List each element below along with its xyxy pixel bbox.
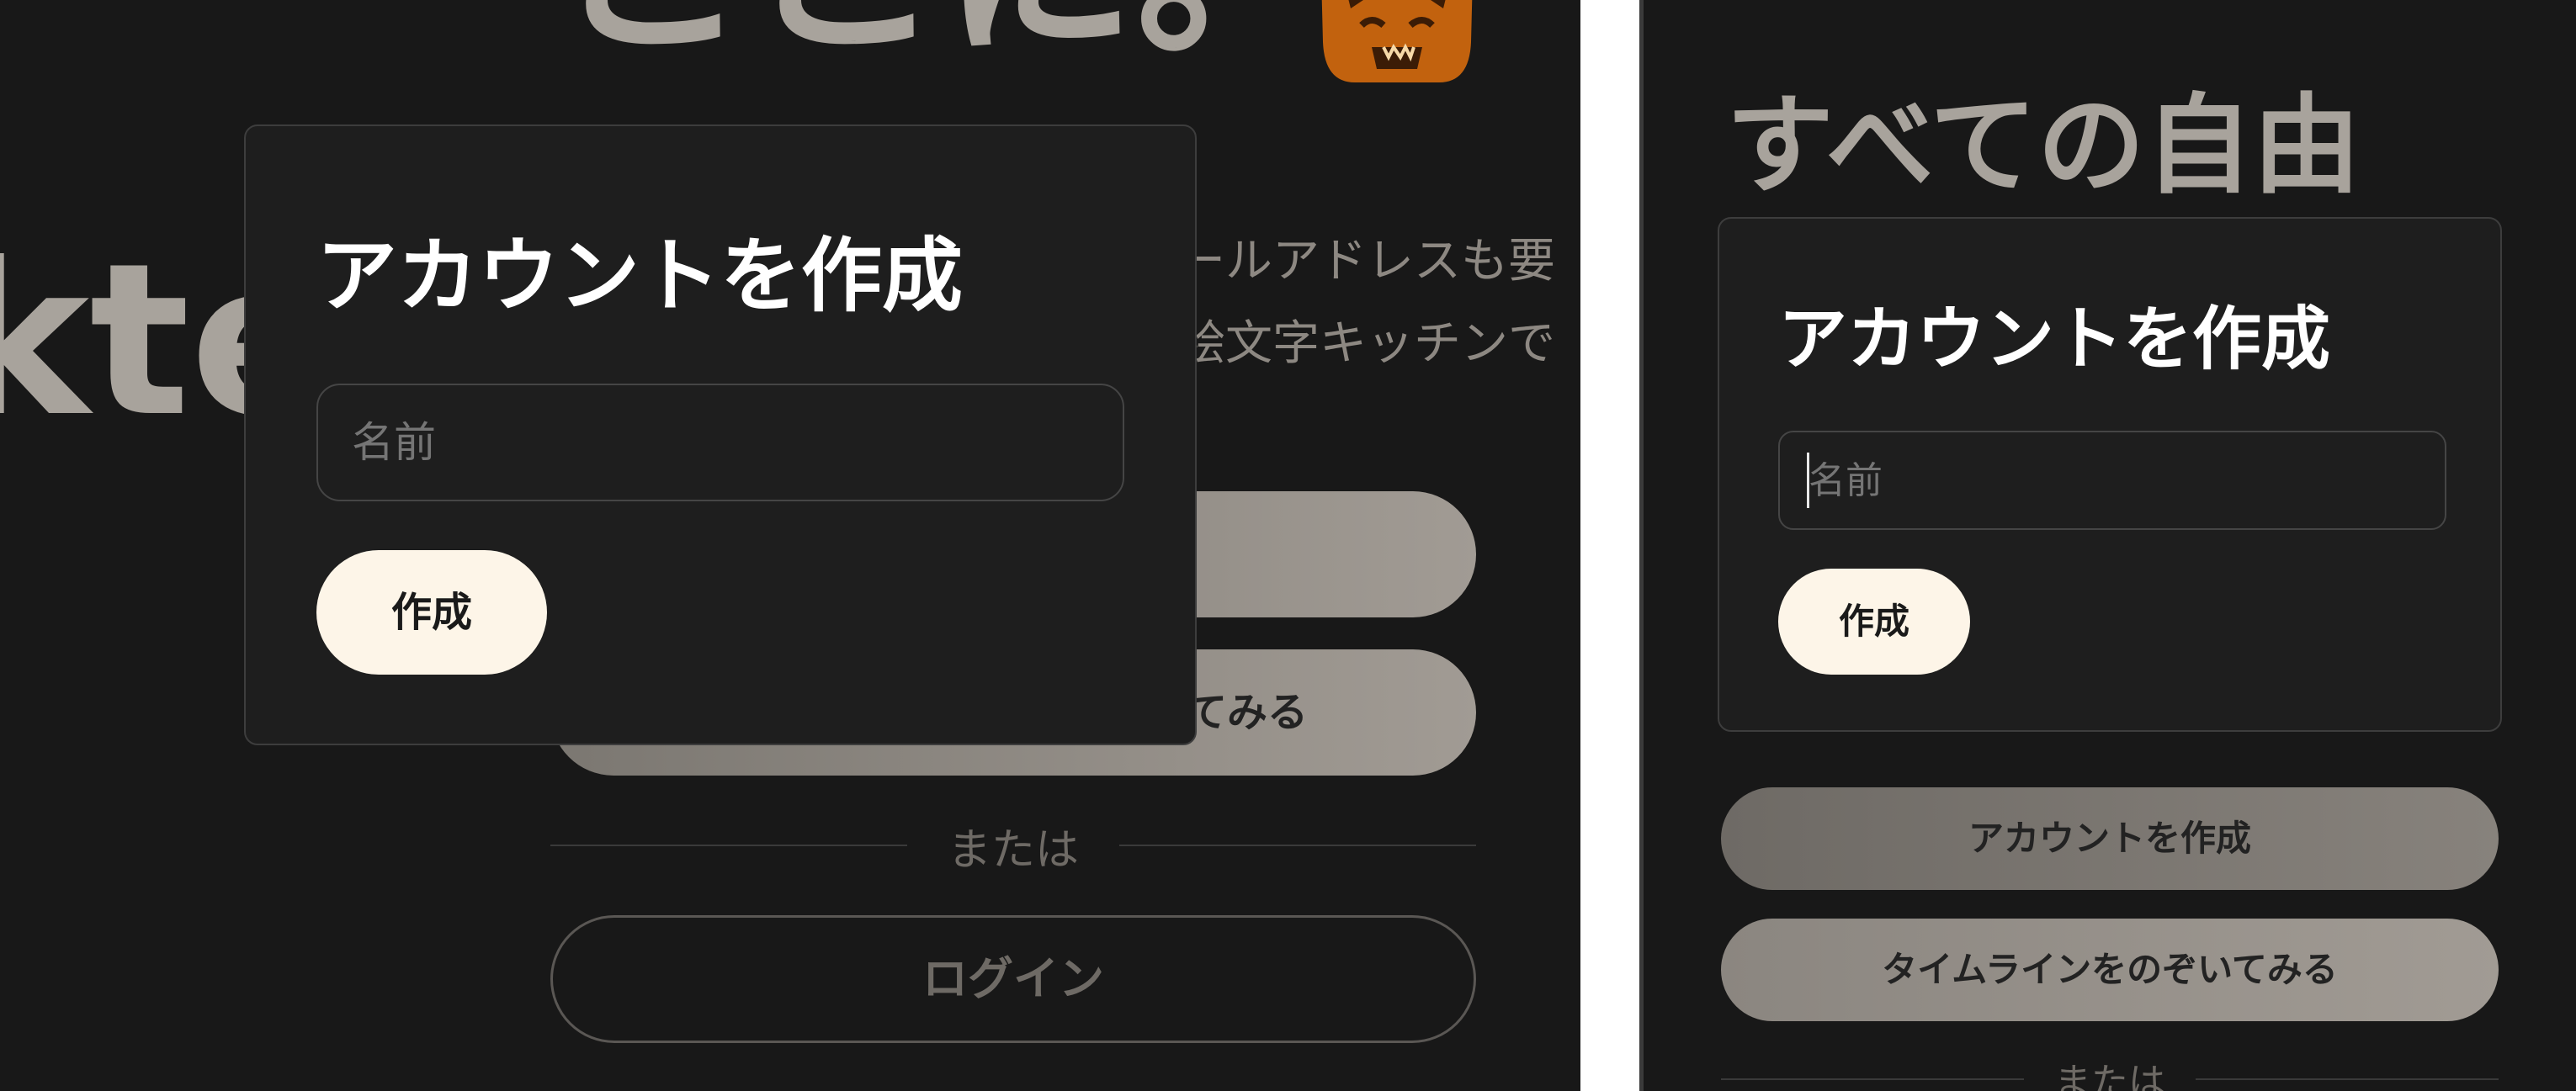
create-button[interactable]: 作成 — [316, 550, 547, 675]
hero-heading: すべての自由 — [1726, 83, 2361, 209]
right-pane: すべての自由 アカウントを作成 作成 アカウントを作成 タイムラインをのぞいてみ… — [1639, 0, 2576, 1091]
divider-line — [1119, 845, 1476, 846]
create-account-button-background[interactable]: アカウントを作成 — [1721, 787, 2499, 890]
text-caret — [1807, 453, 1809, 508]
left-pane: ここに。 kte ールアドレスも要 絵文字キッチンで てみる または ログイン … — [0, 0, 1580, 1091]
or-divider: または — [1721, 1051, 2499, 1091]
dialog-title: アカウントを作成 — [1778, 299, 2331, 379]
or-label: または — [2054, 1061, 2165, 1091]
tiger-emoji-icon — [1313, 0, 1481, 82]
login-button[interactable]: ログイン — [550, 915, 1476, 1043]
description-line: 絵文字キッチンで — [1178, 316, 1555, 371]
create-account-dialog: アカウントを作成 作成 — [1718, 217, 2502, 732]
or-divider: または — [550, 808, 1476, 876]
description: ールアドレスも要 絵文字キッチンで — [1178, 220, 1555, 385]
name-input[interactable] — [1778, 431, 2446, 530]
description-line: ールアドレスも要 — [1178, 234, 1555, 289]
peek-timeline-label: てみる — [1186, 689, 1308, 736]
hero-heading-fragment: ここに。 — [555, 0, 1330, 67]
divider-line — [2196, 1078, 2499, 1080]
create-button[interactable]: 作成 — [1778, 569, 1970, 675]
peek-timeline-button-background[interactable]: タイムラインをのぞいてみる — [1721, 919, 2499, 1021]
name-input[interactable] — [316, 384, 1124, 501]
create-account-dialog: アカウントを作成 作成 — [244, 124, 1197, 745]
dialog-title: アカウントを作成 — [316, 229, 963, 323]
